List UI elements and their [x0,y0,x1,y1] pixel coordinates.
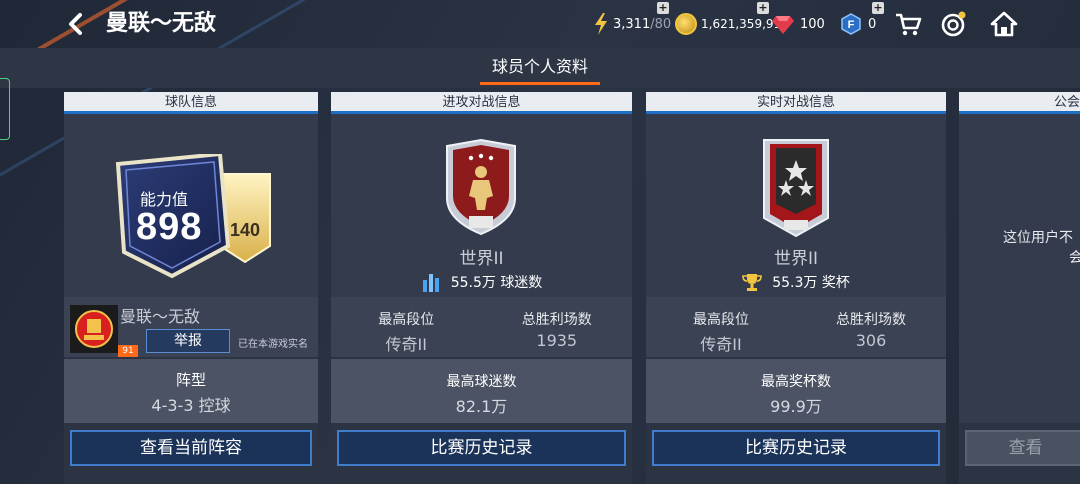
attack-rank-badge-icon [446,138,516,236]
stat-value: 1935 [536,331,578,350]
back-button[interactable] [60,8,92,40]
fp-value: 0 [868,16,877,32]
rating-value: 898 [136,206,203,248]
guild-private-line2: 会 [1069,250,1080,266]
attack-match-history-button[interactable]: 比赛历史记录 [337,430,626,466]
view-guild-button[interactable]: 查看 [965,430,1080,466]
realtime-highest-rank: 最高段位 传奇II [646,309,796,355]
stat-value: 306 [855,331,887,350]
team-info-heading: 球队信息 [64,92,318,114]
realtime-match-heading: 实时对战信息 [646,92,946,114]
attack-rank-name: 世界II [459,249,504,269]
section-underline [480,82,600,85]
stat-label: 总胜利场数 [836,312,906,328]
realtime-match-panel: 实时对战信息 世界II 55.3万 奖杯 最高段位 传奇II 总胜利场数 306… [646,92,946,484]
best-value: 82.1万 [455,397,508,416]
club-row: 91 曼联～无敌 举报 已在本游戏实名 [64,297,318,357]
gems-counter[interactable]: 100 [772,12,825,36]
trophy-label: 奖杯 [821,275,850,291]
attack-match-panel: 进攻对战信息 世界II 55.5万 球迷数 最高段位 传奇II 总胜利场数 19… [331,92,632,484]
gem-icon [772,16,794,34]
trophy-icon [742,274,762,291]
cart-icon[interactable] [894,10,922,38]
coin-icon [675,13,697,35]
realtime-stats-row: 最高段位 传奇II 总胜利场数 306 [646,297,946,357]
guild-body [959,114,1080,423]
stat-label: 最高段位 [693,312,749,328]
guild-heading: 公会 [959,92,1080,114]
realtime-best-box: 最高奖杯数 99.9万 [646,359,946,423]
stat-label: 总胜利场数 [521,312,592,328]
fp-counter[interactable]: F 0 + [840,2,884,36]
top-bar: 曼联～无敌 3,311/80 + 1,621,359,911 + 100 F 0… [0,0,1080,48]
energy-icon [595,13,607,35]
back-arrow-icon [69,13,82,35]
left-edge-tab[interactable] [0,78,10,140]
guild-private-text: 这位用户不 会 [1003,228,1080,268]
section-header: 球员个人资料 [0,48,1080,88]
club-crest-icon [70,305,118,353]
realtime-total-wins: 总胜利场数 306 [796,309,946,350]
verified-label: 已在本游戏实名 [238,339,308,350]
attack-match-heading: 进攻对战信息 [331,92,632,114]
realtime-match-history-button[interactable]: 比赛历史记录 [652,430,940,466]
formation-box: 阵型 4-3-3 控球 [64,359,318,423]
formation-label: 阵型 [175,371,206,389]
trophy-value: 55.3万 [772,275,818,291]
section-title: 球员个人资料 [491,57,588,76]
stat-label: 最高段位 [378,312,435,328]
page-title: 曼联～无敌 [106,11,217,36]
energy-value: 3,311 [613,16,651,32]
fans-row: 55.5万 球迷数 [331,272,632,292]
attack-rank-area: 世界II 55.5万 球迷数 [331,114,632,297]
target-icon[interactable] [940,10,968,38]
realtime-rank-area: 世界II 55.3万 奖杯 [646,114,946,297]
home-icon[interactable] [990,10,1018,38]
energy-max: /80 [650,16,672,32]
gems-value: 100 [800,16,825,32]
attack-total-wins: 总胜利场数 1935 [482,309,633,350]
club-level-badge: 91 [118,345,138,357]
realtime-rank-badge-icon [763,139,829,238]
formation-value: 4-3-3 控球 [151,396,231,415]
best-value: 99.9万 [770,397,822,416]
fans-icon [422,274,439,292]
stat-value: 传奇II [385,335,427,354]
add-coins-icon[interactable]: + [757,2,769,14]
energy-counter[interactable]: 3,311/80 + [593,2,672,36]
fans-label: 球迷数 [500,275,543,291]
report-button[interactable]: 举报 [146,329,230,353]
stat-value: 传奇II [700,335,742,354]
team-rating-area: 能力值 898 140 [64,114,318,297]
add-energy-icon[interactable]: + [657,2,669,14]
realtime-rank-name: 世界II [773,249,819,269]
fp-letter: F [848,19,855,31]
attack-stats-row: 最高段位 传奇II 总胜利场数 1935 [331,297,632,357]
guild-panel: 公会 这位用户不 会 查看 [959,92,1080,484]
guild-private-line1: 这位用户不 [1003,230,1073,246]
best-label: 最高球迷数 [446,374,517,390]
fans-value: 55.5万 [450,275,496,291]
trophy-row: 55.3万 奖杯 [646,272,946,292]
team-info-panel: 球队信息 能力值 898 140 91 曼联～无敌 举报 已在本游戏实名 阵型 … [64,92,318,484]
attack-highest-rank: 最高段位 传奇II [331,309,482,355]
rating-sub-value: 140 [229,220,261,240]
add-fp-icon[interactable]: + [872,2,884,14]
best-label: 最高奖杯数 [761,374,831,390]
club-name: 曼联～无敌 [120,307,201,326]
fp-icon: F [841,13,861,35]
attack-best-box: 最高球迷数 82.1万 [331,359,632,423]
view-lineup-button[interactable]: 查看当前阵容 [70,430,312,466]
